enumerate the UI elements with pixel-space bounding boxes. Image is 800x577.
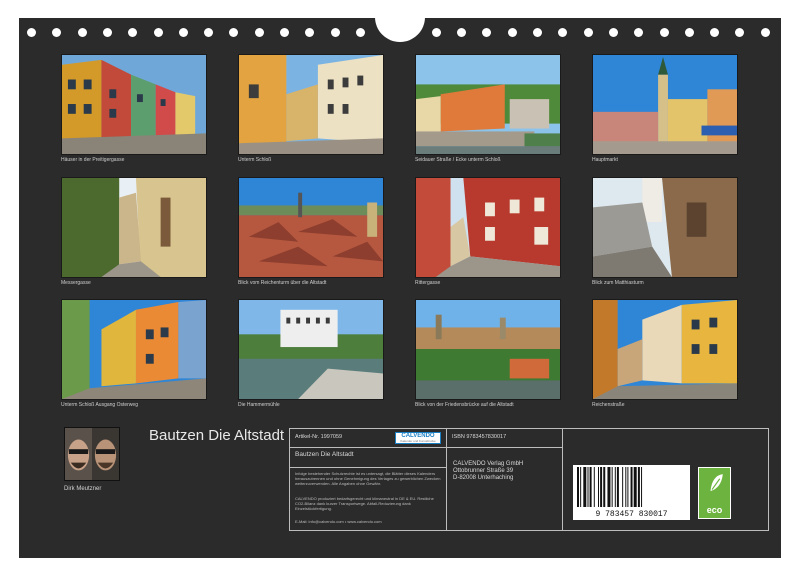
eco-leaf-icon: eco: [706, 505, 723, 515]
article-number: Artikel-Nr. 1997059: [295, 434, 343, 440]
publisher-address: CALVENDO Verlag GmbH Ottobrunner Straße …: [453, 461, 524, 481]
barcode: 9 783457 830017: [573, 465, 690, 520]
product-info-column: Artikel-Nr. 1997059 CALVENDO Kalender un…: [290, 429, 447, 530]
isbn: ISBN 9783457830017: [452, 434, 507, 440]
photo-6: [238, 177, 384, 278]
binding-hole: [77, 28, 87, 37]
contact-line: E-Mail: info@calvendo.com • www.calvendo…: [295, 519, 382, 524]
eco-label: eco: [698, 467, 731, 519]
binding-hole: [254, 28, 264, 37]
binding-hole: [27, 28, 36, 37]
binding-hole: [153, 28, 163, 37]
photo-caption: Rittergasse: [415, 280, 441, 286]
binding-hole: [659, 28, 669, 37]
binding-hole: [558, 28, 568, 37]
photo-3: [415, 54, 561, 155]
binding-hole: [457, 28, 467, 37]
binding-hole: [507, 28, 517, 37]
photo-5: [61, 177, 207, 278]
author-portrait: [64, 427, 120, 481]
binding-hole: [760, 28, 770, 37]
photo-caption: Reichenstraße: [592, 402, 625, 408]
divider: [290, 467, 446, 468]
photo-11: [415, 299, 561, 400]
photo-caption: Messergasse: [61, 280, 91, 286]
binding-hole: [305, 28, 315, 37]
legal-notice: Infolge bestehender Schutzrechte ist es …: [295, 471, 441, 486]
binding-hole: [634, 28, 644, 37]
binding-hole: [684, 28, 694, 37]
binding-hole: [204, 28, 214, 37]
binding-hole: [710, 28, 720, 37]
photo-8: [592, 177, 738, 278]
binding-hole: [330, 28, 340, 37]
photo-caption: Blick zum Matthiasturm: [592, 280, 644, 286]
binding-hole: [533, 28, 542, 37]
binding-hole: [229, 28, 239, 37]
calendar-back-cover: Häuser in der Preitigergasse Unterm Schl…: [19, 16, 781, 558]
photo-9: [61, 299, 207, 400]
barcode-column: 9 783457 830017 eco: [563, 429, 769, 530]
photo-caption: Häuser in der Preitigergasse: [61, 157, 125, 163]
binding-hole: [178, 28, 188, 37]
photo-caption: Blick vom Reichenturm über die Altstadt: [238, 280, 327, 286]
divider: [290, 447, 446, 448]
photo-4: [592, 54, 738, 155]
binding-hole: [280, 28, 289, 37]
photo-2: [238, 54, 384, 155]
binding-hole: [431, 28, 441, 37]
production-notice: CALVENDO produziert bedarfsgerecht und k…: [295, 496, 434, 511]
binding-hole: [128, 28, 138, 37]
photo-10: [238, 299, 384, 400]
photo-caption: Blick von der Friedensbrücke auf die Alt…: [415, 402, 514, 408]
binding-hole: [102, 28, 112, 37]
publisher-column: ISBN 9783457830017 CALVENDO Verlag GmbH …: [447, 429, 563, 530]
photo-caption: Seidauer Straße / Ecke unterm Schloß: [415, 157, 501, 163]
binding-hole: [583, 28, 593, 37]
author-name: Dirk Meutzner: [64, 486, 102, 492]
imprint-box: Artikel-Nr. 1997059 CALVENDO Kalender un…: [289, 428, 769, 531]
binding-hole: [482, 28, 492, 37]
binding-hole: [608, 28, 618, 37]
calvendo-logo: CALVENDO Kalender und Kunstdrucke: [395, 432, 441, 444]
divider: [447, 447, 562, 448]
binding-hole: [52, 28, 62, 37]
barcode-digits: 9 783457 830017: [573, 509, 690, 520]
photo-caption: Unterm Schloß: [238, 157, 272, 163]
product-title: Bautzen Die Altstadt: [295, 451, 354, 458]
photo-caption: Die Hammermühle: [238, 402, 280, 408]
photo-7: [415, 177, 561, 278]
photo-caption: Unterm Schloß Ausgang Osterweg: [61, 402, 138, 408]
calendar-title: Bautzen Die Altstadt: [149, 427, 285, 444]
binding-hole: [355, 28, 365, 37]
photo-12: [592, 299, 738, 400]
photo-caption: Hauptmarkt: [592, 157, 618, 163]
binding-hole: [735, 28, 745, 37]
photo-1: [61, 54, 207, 155]
